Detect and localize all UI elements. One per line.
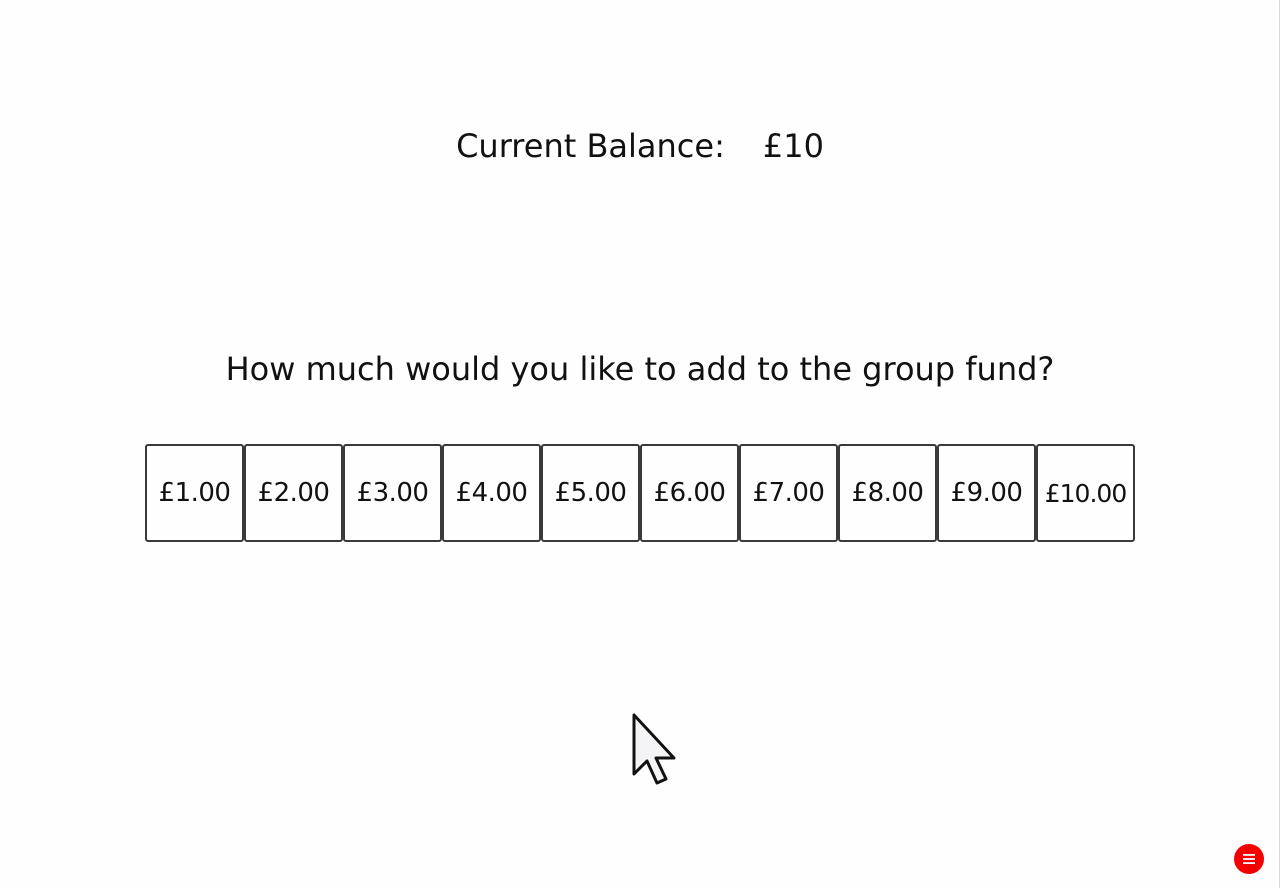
page: Current Balance: £10 How much would you l… <box>0 0 1280 888</box>
amount-button-10[interactable]: £10.00 <box>1036 444 1135 542</box>
balance-label: Current Balance: <box>456 127 725 165</box>
amount-button-1[interactable]: £1.00 <box>145 444 244 542</box>
amount-button-9[interactable]: £9.00 <box>937 444 1036 542</box>
mouse-pointer-icon <box>630 712 682 788</box>
menu-button[interactable] <box>1234 844 1264 874</box>
amount-button-5[interactable]: £5.00 <box>541 444 640 542</box>
amount-button-8[interactable]: £8.00 <box>838 444 937 542</box>
amount-button-7[interactable]: £7.00 <box>739 444 838 542</box>
amount-button-6[interactable]: £6.00 <box>640 444 739 542</box>
balance-display: Current Balance: £10 <box>0 124 1280 168</box>
amount-options: £1.00 £2.00 £3.00 £4.00 £5.00 £6.00 £7.0… <box>145 444 1135 542</box>
amount-button-4[interactable]: £4.00 <box>442 444 541 542</box>
balance-value: £10 <box>762 127 824 165</box>
amount-button-2[interactable]: £2.00 <box>244 444 343 542</box>
hamburger-menu-icon <box>1243 854 1255 864</box>
contribution-question: How much would you like to add to the gr… <box>225 350 1055 388</box>
amount-button-3[interactable]: £3.00 <box>343 444 442 542</box>
